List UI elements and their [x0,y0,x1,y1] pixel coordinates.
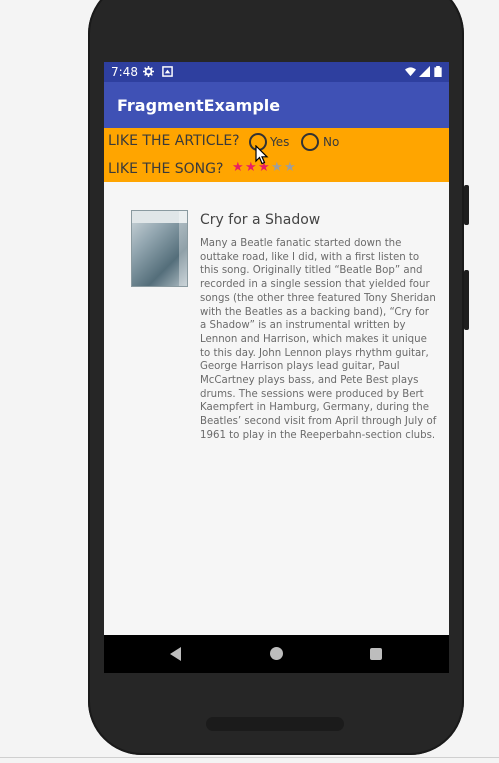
status-time: 7:48 [111,65,138,79]
mouse-cursor-icon [255,145,269,165]
song-question-label: LIKE THE SONG? [108,161,224,177]
radio-yes-label[interactable]: Yes [270,135,289,149]
album-cover-image [131,210,188,287]
back-icon[interactable] [170,647,181,661]
feedback-panel: LIKE THE ARTICLE? Yes No LIKE THE SONG? … [104,128,449,182]
wifi-icon [405,67,416,77]
app-title: FragmentExample [117,96,281,115]
recents-icon[interactable] [370,648,382,660]
star-filled-icon[interactable]: ★ [232,160,245,175]
frame-divider [0,757,499,758]
speaker-grille [206,717,344,731]
article-title: Cry for a Shadow [200,212,321,228]
status-bar: 7:48 [104,62,449,82]
article-body: Many a Beatle fanatic started down the o… [200,238,437,441]
signal-icon [419,66,430,77]
radio-no[interactable] [301,133,319,151]
album-cover-side [179,211,187,286]
battery-icon [434,66,442,77]
star-empty-icon[interactable]: ★ [284,160,297,175]
settings-icon [143,66,154,77]
radio-no-label[interactable]: No [323,135,339,149]
home-icon[interactable] [270,647,283,660]
device-screen: 7:48 FragmentExample LIKE THE ARTICLE? Y… [104,62,449,673]
app-bar: FragmentExample [104,82,449,128]
article-content: Cry for a Shadow Many a Beatle fanatic s… [104,182,449,635]
notification-icon [162,66,173,77]
power-button [464,185,469,225]
volume-button [464,270,469,330]
star-empty-icon[interactable]: ★ [271,160,284,175]
navigation-bar [104,635,449,673]
article-question-label: LIKE THE ARTICLE? [108,133,240,149]
